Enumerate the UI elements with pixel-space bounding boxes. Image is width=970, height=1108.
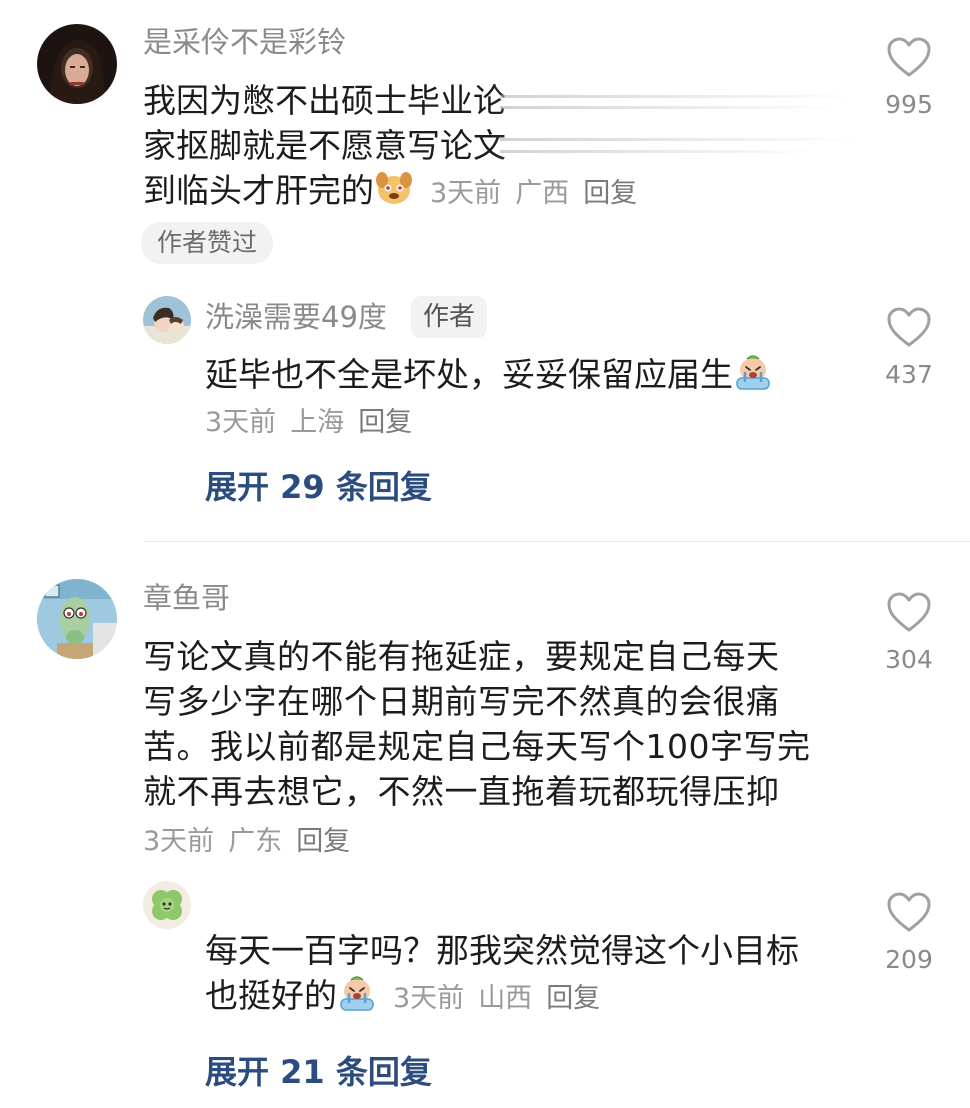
heart-outline-icon xyxy=(887,892,931,932)
reply-time: 3天前 xyxy=(393,983,465,1014)
reply-button[interactable]: 回复 xyxy=(583,178,637,209)
reply-location: 山西 xyxy=(478,983,533,1014)
reply-text: 每天一百字吗？那我突然觉得这个小目标 也挺好的 3天前 山西 回复 xyxy=(205,928,865,1021)
blur-streak xyxy=(500,106,840,109)
comment-text: 写论文真的不能有拖延症，要规定自己每天 写多少字在哪个日期前写完不然真的会很痛 … xyxy=(143,634,863,814)
comment-text-line: 写论文真的不能有拖延症，要规定自己每天 xyxy=(143,637,780,676)
comment-time: 3天前 xyxy=(430,178,502,209)
avatar[interactable] xyxy=(143,296,191,344)
reply-button[interactable]: 回复 xyxy=(296,826,350,857)
reply-meta: 3天前 山西 回复 xyxy=(393,983,600,1014)
reply-location: 上海 xyxy=(290,407,345,438)
comment-username[interactable]: 是采伶不是彩铃 xyxy=(143,28,346,57)
reply-text: 延毕也不全是坏处，妥妥保留应届生 xyxy=(205,352,865,397)
avatar[interactable] xyxy=(143,881,191,929)
dog-face-emoji xyxy=(374,168,414,208)
avatar[interactable] xyxy=(37,24,117,104)
comment-username[interactable]: 章鱼哥 xyxy=(143,584,230,613)
blur-streak xyxy=(500,95,860,98)
expand-replies-link[interactable]: 展开 29 条回复 xyxy=(205,462,432,508)
comment-text-line-last: 到临头才肝完的 3天前 广西 回复 xyxy=(143,168,883,216)
comment-text-line: 苦。我以前都是规定自己每天写个100字写完 xyxy=(143,727,811,766)
crying-face-emoji xyxy=(337,973,377,1013)
like-button[interactable]: 437 xyxy=(864,306,954,387)
expand-replies-link[interactable]: 展开 21 条回复 xyxy=(205,1047,432,1093)
comment-text-line: 写多少字在哪个日期前写完不然真的会很痛 xyxy=(143,682,780,721)
comment-meta: 3天前 广东 回复 xyxy=(143,819,350,858)
heart-outline-icon xyxy=(887,37,931,77)
comment-location: 广西 xyxy=(515,178,570,209)
reply-button[interactable]: 回复 xyxy=(546,983,600,1014)
comment-text-line: 到临头才肝完的 xyxy=(143,171,374,210)
blur-streak xyxy=(500,138,860,141)
like-count: 209 xyxy=(885,945,933,974)
crying-face-emoji xyxy=(733,352,773,392)
comment-location: 广东 xyxy=(228,826,283,857)
reply-text-line: 每天一百字吗？那我突然觉得这个小目标 xyxy=(205,931,799,970)
like-count: 437 xyxy=(885,360,933,389)
reply-username[interactable]: 洗澡需要49度 xyxy=(205,303,387,332)
like-button[interactable]: 995 xyxy=(864,36,954,117)
comment-time: 3天前 xyxy=(143,826,215,857)
comment-divider xyxy=(143,541,970,542)
reply-meta: 3天前 上海 回复 xyxy=(205,400,412,439)
avatar[interactable] xyxy=(37,579,117,659)
comment-text-line: 就不再去想它，不然一直拖着玩都玩得压抑 xyxy=(143,772,780,811)
reply-text-line-last: 也挺好的 3天前 山西 回复 xyxy=(205,973,865,1021)
blur-streak xyxy=(500,150,820,153)
like-button[interactable]: 304 xyxy=(864,591,954,672)
heart-outline-icon xyxy=(887,592,931,632)
reply-text-line: 延毕也不全是坏处，妥妥保留应届生 xyxy=(205,352,865,397)
like-button[interactable]: 209 xyxy=(864,891,954,972)
like-count: 304 xyxy=(885,645,933,674)
author-badge: 作者 xyxy=(411,296,488,338)
reply-button[interactable]: 回复 xyxy=(358,407,412,438)
heart-outline-icon xyxy=(887,307,931,347)
reply-time: 3天前 xyxy=(205,407,277,438)
comment-meta: 3天前 广西 回复 xyxy=(430,178,637,209)
like-count: 995 xyxy=(885,90,933,119)
author-liked-badge: 作者赞过 xyxy=(141,222,274,264)
